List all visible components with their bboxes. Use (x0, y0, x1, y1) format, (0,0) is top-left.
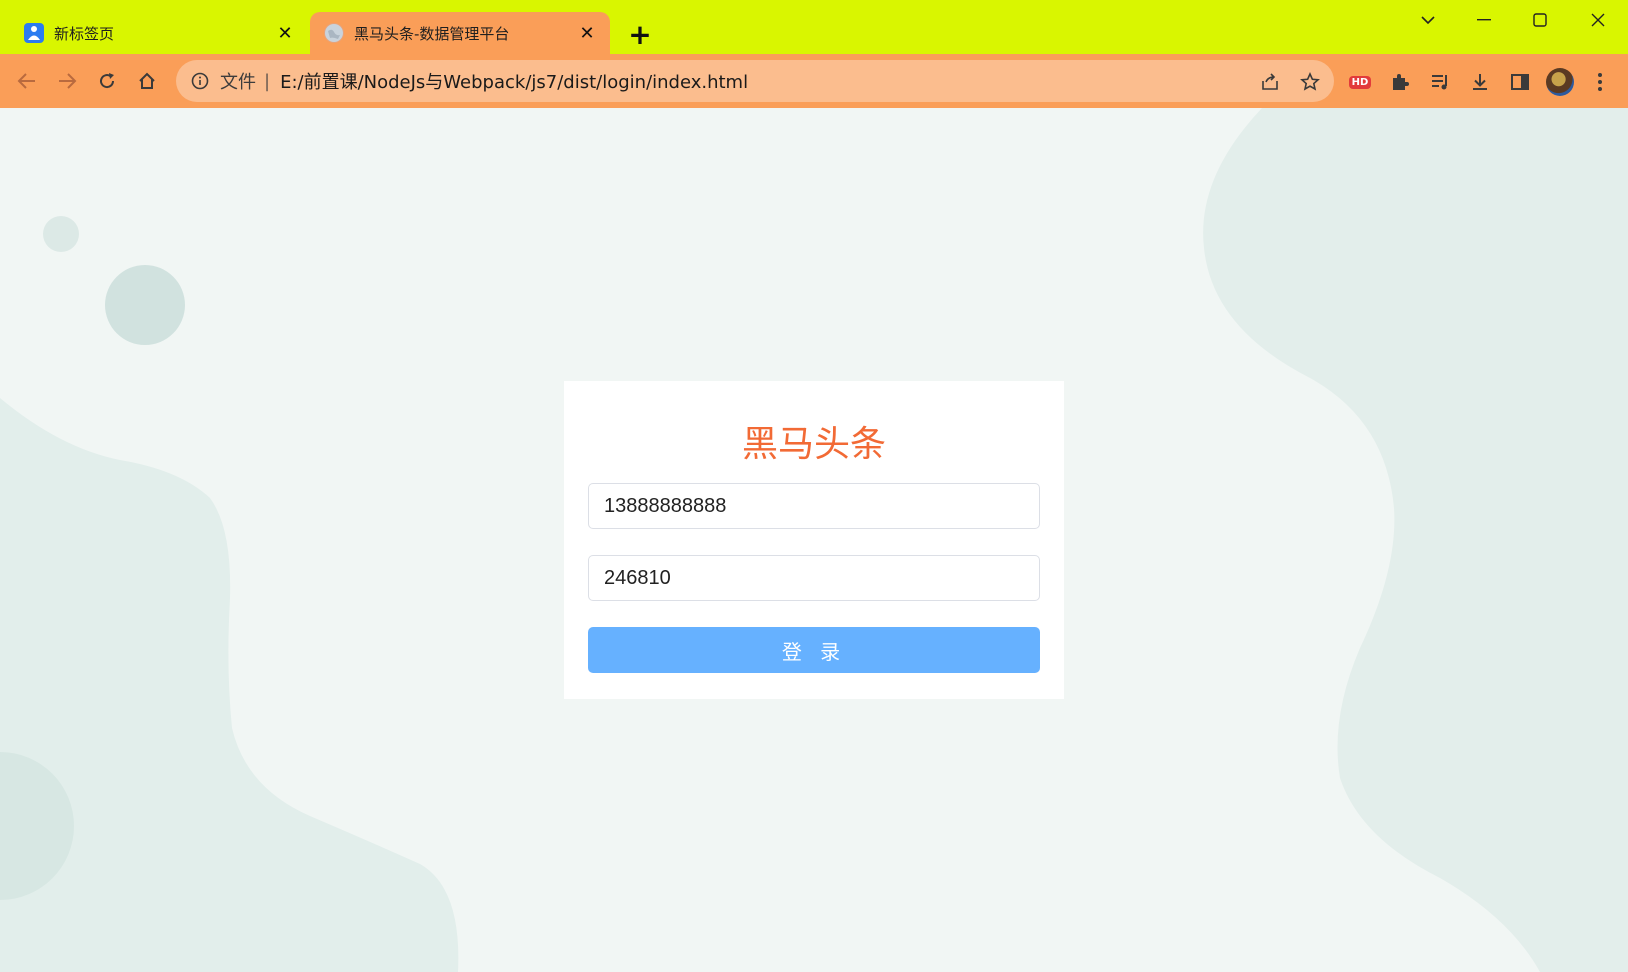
share-icon[interactable] (1256, 68, 1284, 96)
address-bar[interactable]: 文件 | E:/前置课/NodeJs与Webpack/js7/dist/logi… (176, 60, 1334, 102)
window-close-icon[interactable] (1570, 2, 1626, 38)
globe-icon (324, 23, 344, 43)
login-button[interactable]: 登 录 (588, 627, 1040, 673)
info-icon[interactable] (190, 71, 210, 91)
tab-login-page[interactable]: 黑马头条-数据管理平台 ✕ (310, 12, 610, 54)
close-icon[interactable]: ✕ (274, 22, 296, 44)
tab-title: 新标签页 (54, 24, 115, 43)
tab-strip: 新标签页 ✕ 黑马头条-数据管理平台 ✕ + (0, 0, 1628, 54)
url-scheme-label: 文件 (220, 72, 256, 93)
media-controls-icon[interactable] (1424, 66, 1456, 98)
url-separator: | (264, 70, 271, 92)
bookmark-star-icon[interactable] (1296, 68, 1324, 96)
back-arrow-icon[interactable] (10, 64, 44, 98)
browser-toolbar: 文件 | E:/前置课/NodeJs与Webpack/js7/dist/logi… (0, 54, 1628, 108)
tab-search-chevron-down-icon[interactable] (1400, 2, 1456, 38)
url-text[interactable]: E:/前置课/NodeJs与Webpack/js7/dist/login/ind… (280, 68, 748, 94)
tab-new-tab[interactable]: 新标签页 ✕ (0, 12, 308, 54)
avatar-image (1546, 68, 1574, 96)
reload-icon[interactable] (90, 64, 124, 98)
new-tab-favicon-icon (24, 23, 44, 43)
new-tab-button[interactable]: + (624, 18, 656, 51)
more-menu-icon[interactable] (1584, 66, 1616, 98)
side-panel-icon[interactable] (1504, 66, 1536, 98)
page-viewport: 黑马头条 登 录 (0, 108, 1628, 972)
home-icon[interactable] (130, 64, 164, 98)
extensions-puzzle-icon[interactable] (1384, 66, 1416, 98)
login-card: 黑马头条 登 录 (564, 381, 1064, 699)
hd-badge: HD (1348, 75, 1372, 89)
download-icon[interactable] (1464, 66, 1496, 98)
tab-title: 黑马头条-数据管理平台 (354, 24, 510, 43)
page-title: 黑马头条 (741, 424, 886, 465)
phone-input[interactable] (588, 483, 1040, 529)
close-icon[interactable]: ✕ (576, 22, 598, 44)
hd-extension-icon[interactable]: HD (1344, 66, 1376, 98)
minimize-icon[interactable] (1456, 2, 1512, 38)
profile-avatar[interactable] (1544, 66, 1576, 98)
verification-code-input[interactable] (588, 555, 1040, 601)
maximize-icon[interactable] (1512, 2, 1568, 38)
forward-arrow-icon[interactable] (50, 64, 84, 98)
